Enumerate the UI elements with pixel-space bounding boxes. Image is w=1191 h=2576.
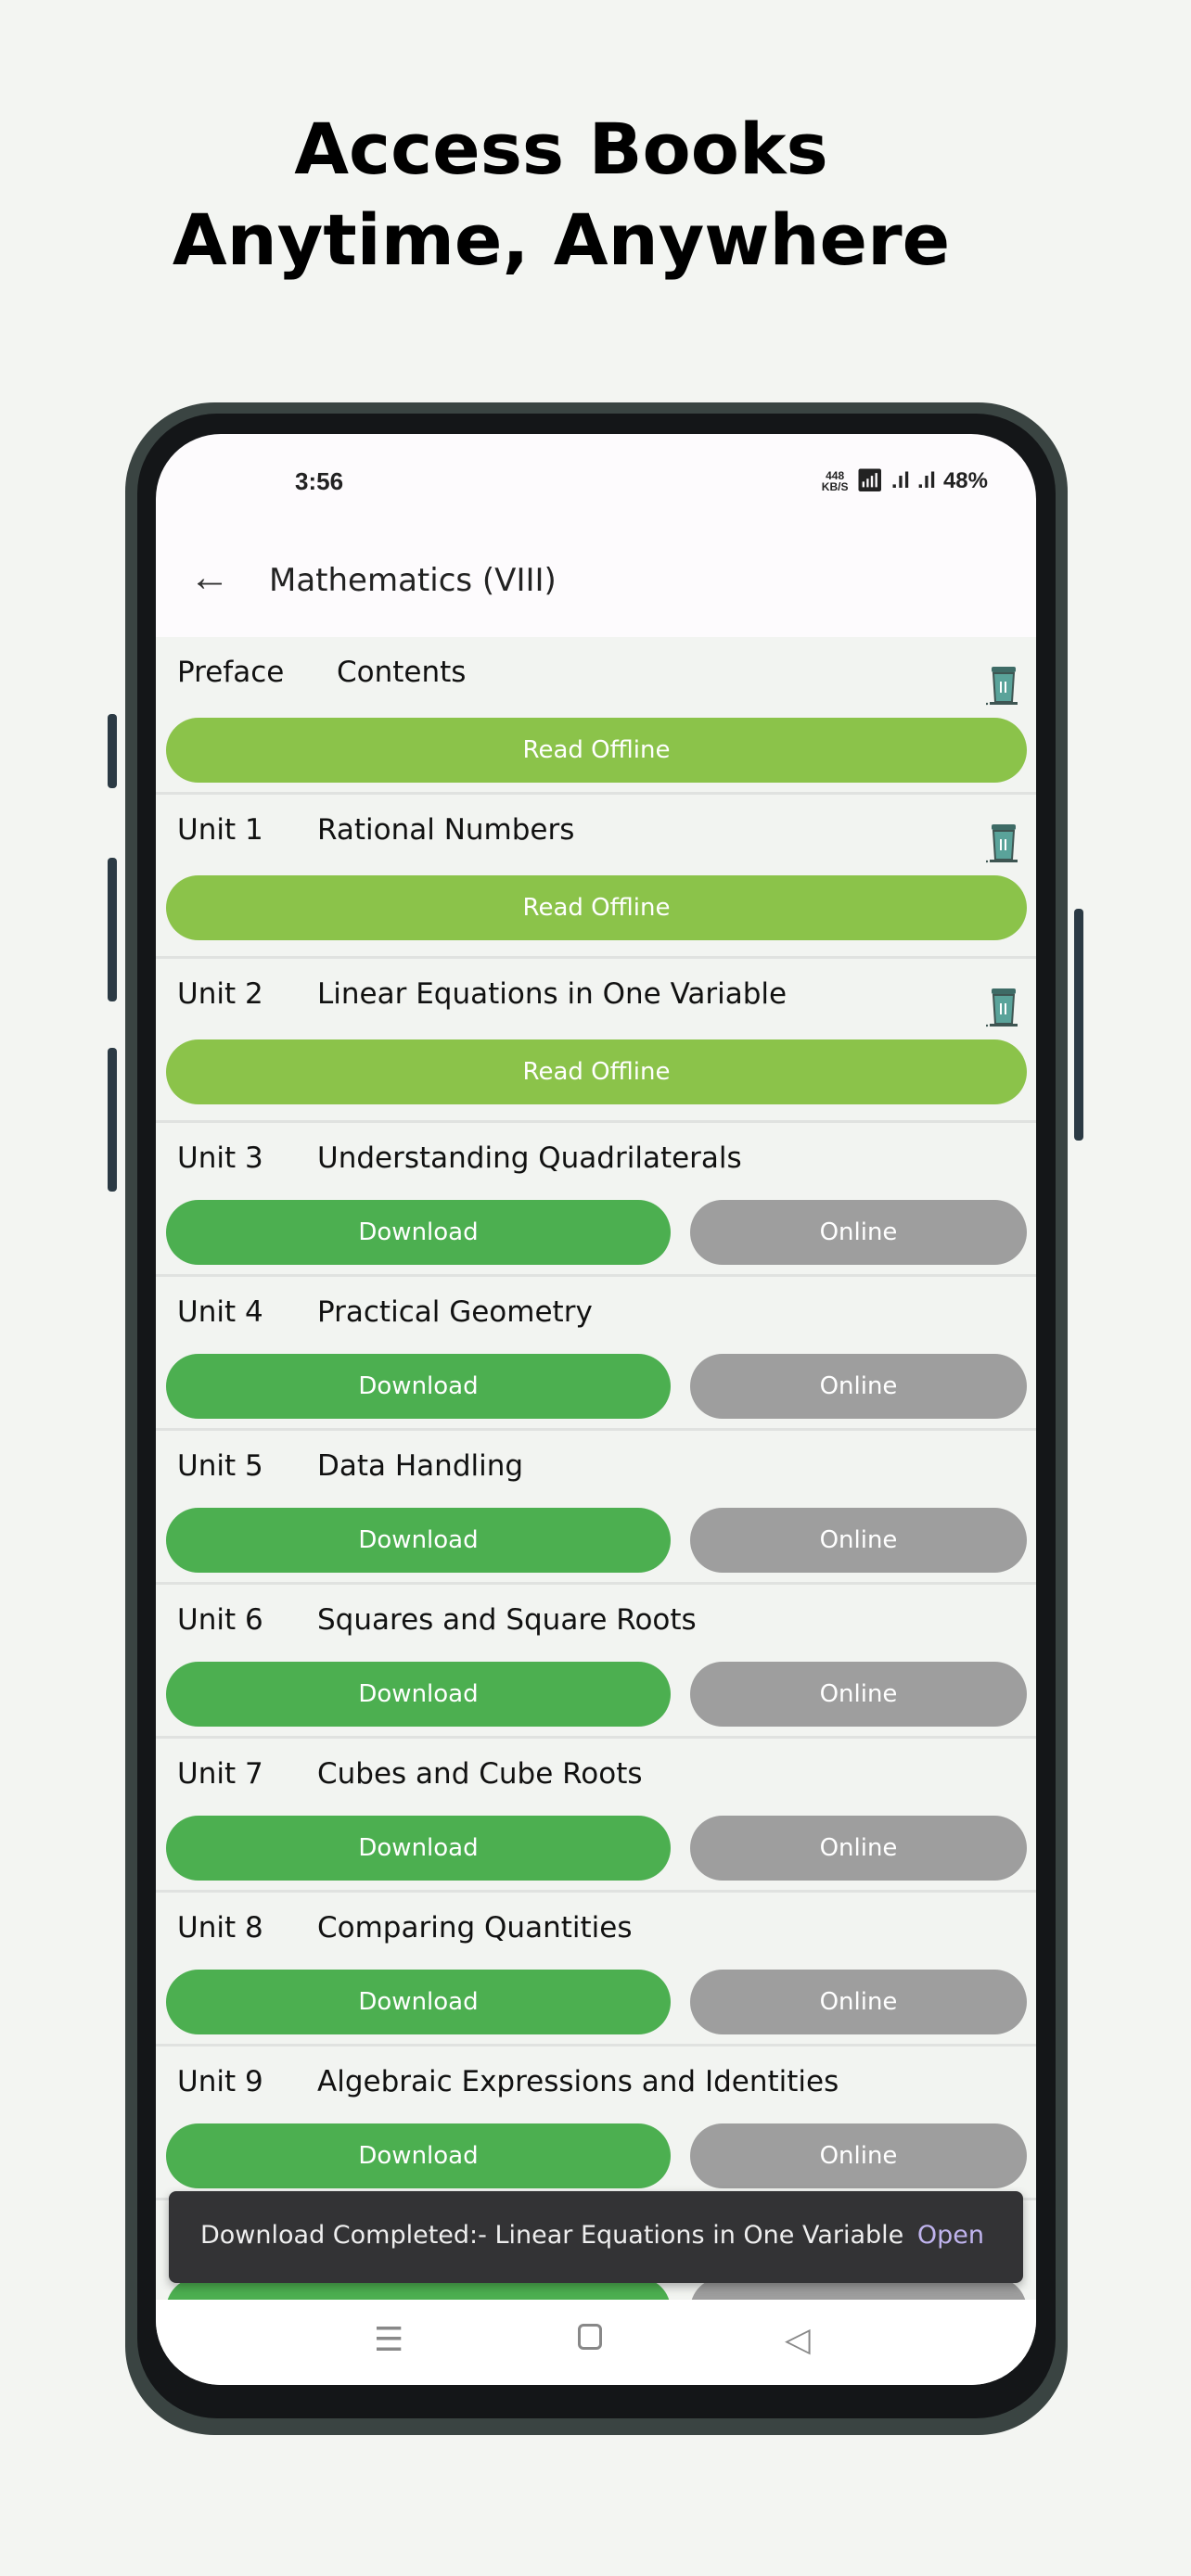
chapter-title[interactable]: Data Handling — [317, 1449, 523, 1483]
headline: Access Books Anytime, Anywhere — [0, 104, 1122, 286]
phone-screen: 3:56 448 KB/S 📶︎ .ıl .ıl 48% ← Mathematic… — [156, 434, 1036, 2385]
online-button[interactable]: Online — [690, 1662, 1027, 1727]
chapter-row: Unit 2 Linear Equations in One Variable … — [156, 959, 1036, 1123]
online-button[interactable]: Online — [690, 1200, 1027, 1265]
online-button[interactable]: Online — [690, 1816, 1027, 1881]
chapter-label: Unit 6 — [177, 1603, 263, 1637]
chapter-title[interactable]: Contents — [337, 656, 466, 689]
chapter-title[interactable]: Comparing Quantities — [317, 1911, 632, 1945]
chapter-row: Unit 5 Data Handling Download Online — [156, 1431, 1036, 1585]
chapter-title[interactable]: Rational Numbers — [317, 813, 574, 847]
chapter-row: Unit 9 Algebraic Expressions and Identit… — [156, 2047, 1036, 2200]
delete-trash-icon[interactable] — [985, 665, 1019, 708]
delete-trash-icon[interactable] — [985, 823, 1019, 865]
read-offline-button[interactable]: Read Offline — [166, 1039, 1027, 1104]
snackbar-open-button[interactable]: Open — [917, 2221, 984, 2250]
online-button[interactable]: Online — [690, 1354, 1027, 1419]
network-speed: 448 KB/S — [822, 470, 849, 492]
phone-side-button — [108, 858, 117, 1001]
download-button[interactable]: Download — [166, 2123, 671, 2188]
snackbar: Download Completed:- Linear Equations in… — [169, 2191, 1023, 2283]
chapter-row: Unit 3 Understanding Quadrilaterals Downl… — [156, 1123, 1036, 1277]
chapter-title[interactable]: Algebraic Expressions and Identities — [317, 2065, 839, 2098]
system-nav-bar: ☰ ◁ — [156, 2300, 1036, 2385]
chapter-row: Unit 7 Cubes and Cube Roots Download Onli… — [156, 1739, 1036, 1893]
home-icon[interactable] — [578, 2324, 602, 2350]
chapter-row: Unit 6 Squares and Square Roots Download … — [156, 1585, 1036, 1739]
chapter-label: Unit 2 — [177, 977, 263, 1011]
chapter-title[interactable]: Cubes and Cube Roots — [317, 1757, 643, 1791]
status-time: 3:56 — [295, 467, 344, 495]
headline-line-1: Access Books — [294, 108, 828, 190]
recent-apps-icon[interactable]: ☰ — [374, 2320, 403, 2359]
chapter-row: Unit 8 Comparing Quantities Download Onli… — [156, 1893, 1036, 2047]
chapter-label: Unit 5 — [177, 1449, 263, 1483]
snackbar-message: Download Completed:- Linear Equations in… — [200, 2221, 904, 2250]
download-button[interactable]: Download — [166, 1816, 671, 1881]
chapter-title[interactable]: Squares and Square Roots — [317, 1603, 697, 1637]
chapter-label: Unit 7 — [177, 1757, 263, 1791]
headline-line-2: Anytime, Anywhere — [172, 198, 951, 281]
chapter-label: Unit 8 — [177, 1911, 263, 1945]
chapter-title[interactable]: Practical Geometry — [317, 1295, 593, 1329]
chapter-row: Unit 4 Practical Geometry Download Online — [156, 1277, 1036, 1431]
chapter-row: Preface Contents Read Offline — [156, 637, 1036, 795]
chapter-label: Unit 3 — [177, 1141, 263, 1175]
app-bar: ← Mathematics (VIII) — [156, 536, 1036, 629]
battery-percent: 48% — [942, 467, 988, 493]
phone-side-button — [108, 1048, 117, 1192]
download-button[interactable]: Download — [166, 1970, 671, 2034]
download-button[interactable]: Download — [166, 1200, 671, 1265]
online-button[interactable]: Online — [690, 2123, 1027, 2188]
download-button[interactable]: Download — [166, 1354, 671, 1419]
back-arrow-icon[interactable]: ← — [189, 555, 230, 601]
chapter-list[interactable]: Preface Contents Read Offline Unit 1 Rati… — [156, 637, 1036, 2300]
online-button[interactable]: Online — [690, 1508, 1027, 1573]
chapter-label: Preface — [177, 656, 285, 689]
chapter-title[interactable]: Understanding Quadrilaterals — [317, 1141, 742, 1175]
download-button[interactable]: Download — [166, 1508, 671, 1573]
signal-icon: .ıl — [916, 467, 936, 493]
back-nav-icon[interactable]: ◁ — [785, 2320, 811, 2359]
phone-side-button — [1074, 909, 1083, 1141]
page-title: Mathematics (VIII) — [269, 562, 557, 599]
wifi-icon: 📶︎ — [855, 468, 884, 493]
chapter-label: Unit 1 — [177, 813, 263, 847]
chapter-label: Unit 4 — [177, 1295, 263, 1329]
status-bar: 3:56 448 KB/S 📶︎ .ıl .ıl 48% — [156, 467, 1036, 504]
signal-icon: .ıl — [890, 467, 910, 493]
online-button[interactable]: Online — [690, 1970, 1027, 2034]
chapter-title[interactable]: Linear Equations in One Variable — [317, 977, 787, 1011]
read-offline-button[interactable]: Read Offline — [166, 875, 1027, 940]
speed-unit: KB/S — [821, 479, 849, 493]
speed-value: 448 — [826, 468, 845, 482]
chapter-row: Unit 1 Rational Numbers Read Offline — [156, 795, 1036, 959]
phone-side-button — [108, 714, 117, 788]
download-button[interactable]: Download — [166, 1662, 671, 1727]
read-offline-button[interactable]: Read Offline — [166, 718, 1027, 783]
chapter-label: Unit 9 — [177, 2065, 263, 2098]
delete-trash-icon[interactable] — [985, 987, 1019, 1029]
